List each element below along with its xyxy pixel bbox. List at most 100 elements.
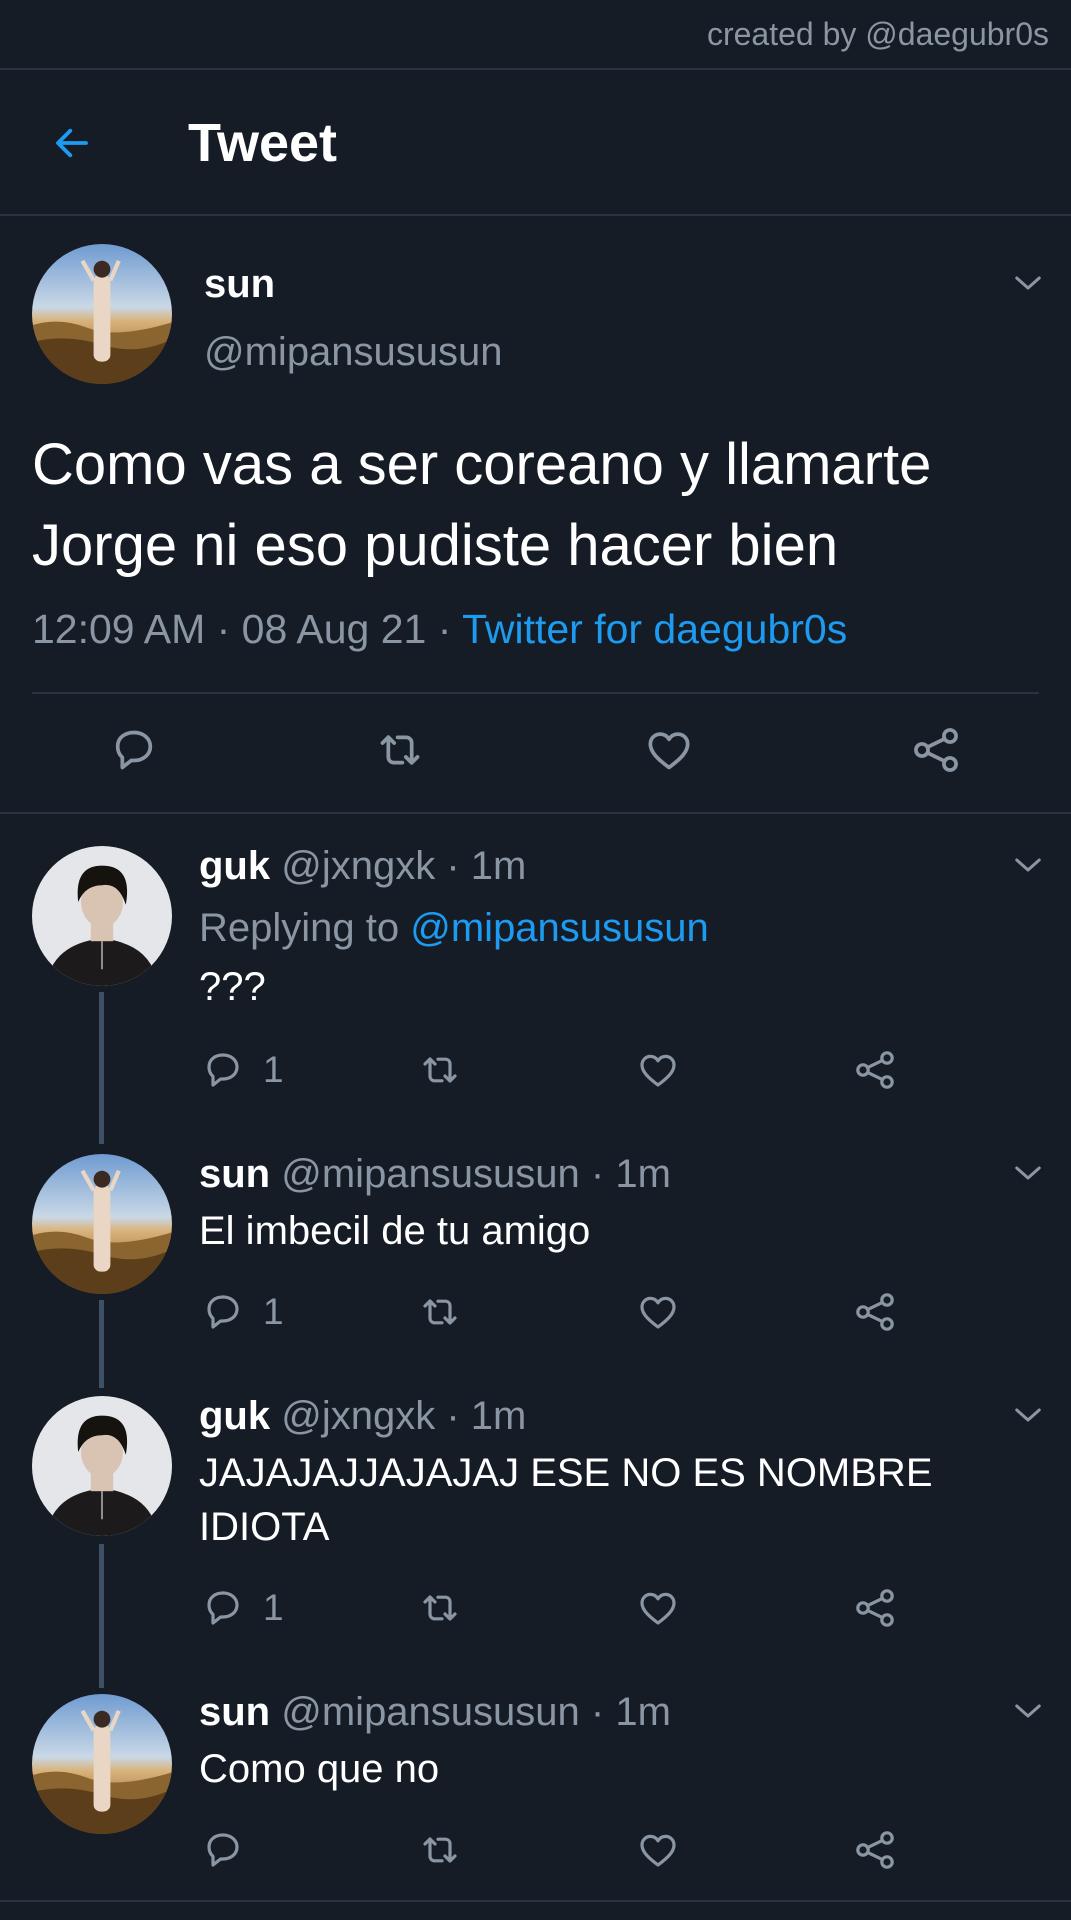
credit-text: created by @daegubr0s [706,16,1049,52]
retweet-button[interactable] [372,722,428,778]
tweet-source-link[interactable]: Twitter for daegubr0s [462,606,847,652]
reply-header: sun @mipansususun · 1m [199,1152,671,1196]
reply-count: 1 [263,1587,284,1628]
avatar[interactable] [32,244,172,384]
share-button[interactable] [851,1584,899,1632]
reply-author-handle[interactable]: @mipansususun [281,1152,580,1196]
tweet-time: 12:09 AM [32,606,206,652]
avatar[interactable] [32,1694,172,1834]
share-button[interactable] [851,1288,899,1336]
reply-text: Como que no [199,1747,440,1791]
thread-line [99,1300,104,1388]
reply-icon [199,1826,247,1874]
chevron-down-icon [1013,1405,1043,1425]
thread-line [99,1544,104,1688]
retweet-icon [372,722,428,778]
reply-button[interactable] [199,1826,247,1874]
retweet-icon [416,1288,464,1336]
like-icon [634,1826,682,1874]
divider [0,812,1071,814]
avatar[interactable] [32,1396,172,1536]
divider [32,692,1039,694]
author-name[interactable]: sun [204,262,275,307]
reply-header: guk @jxngxk · 1m [199,1394,527,1438]
reply-button[interactable] [106,722,162,778]
like-button[interactable] [634,1288,682,1336]
reply-author-name[interactable]: guk [199,844,270,888]
avatar[interactable] [32,846,172,986]
divider [0,68,1071,70]
divider [0,1900,1071,1902]
more-options-button[interactable] [1008,850,1048,880]
author-handle[interactable]: @mipansususun [204,330,503,375]
share-button[interactable] [851,1826,899,1874]
reply-author-handle[interactable]: @jxngxk [281,1394,435,1438]
reply-icon [199,1046,247,1094]
more-options-button[interactable] [1008,1400,1048,1430]
reply-author-handle[interactable]: @jxngxk [281,844,435,888]
reply-header: guk @jxngxk · 1m [199,844,527,888]
share-button[interactable] [908,722,964,778]
like-button[interactable] [634,1584,682,1632]
thread-line [99,992,104,1144]
retweet-button[interactable] [416,1288,464,1336]
share-icon [851,1584,899,1632]
reply-button[interactable]: 1 [199,1046,284,1094]
chevron-down-icon [1013,1701,1043,1721]
tweet-meta: 12:09 AM · 08 Aug 21 · Twitter for daegu… [32,606,848,652]
reply-text: ??? [199,965,266,1009]
chevron-down-icon [1013,273,1043,293]
avatar[interactable] [32,1154,172,1294]
tweet-date: 08 Aug 21 [241,606,427,652]
replying-to-label: Replying to [199,906,400,950]
reply-author-handle[interactable]: @mipansususun [281,1690,580,1734]
reply-time: 1m [470,844,527,888]
share-icon [851,1046,899,1094]
retweet-button[interactable] [416,1826,464,1874]
reply-text: JAJAJAJJAJAJAJ ESE NO ES NOMBRE IDIOTA [199,1451,933,1549]
replying-to: Replying to @mipansususun [199,906,709,951]
more-options-button[interactable] [1008,268,1048,298]
share-button[interactable] [851,1046,899,1094]
replying-to-handle[interactable]: @mipansususun [410,906,709,950]
like-button[interactable] [641,722,697,778]
reply-count: 1 [263,1291,284,1332]
like-icon [634,1584,682,1632]
more-options-button[interactable] [1008,1696,1048,1726]
arrow-left-icon [56,128,88,158]
retweet-icon [416,1584,464,1632]
reply-icon [199,1288,247,1336]
like-button[interactable] [634,1046,682,1094]
reply-text: El imbecil de tu amigo [199,1209,591,1253]
like-icon [634,1288,682,1336]
reply-author-name[interactable]: guk [199,1394,270,1438]
reply-author-name[interactable]: sun [199,1152,270,1196]
reply-time: 1m [615,1690,671,1734]
chevron-down-icon [1013,855,1043,875]
like-button[interactable] [634,1826,682,1874]
like-icon [634,1046,682,1094]
reply-time: 1m [470,1394,527,1438]
share-icon [851,1288,899,1336]
retweet-icon [416,1046,464,1094]
back-button[interactable] [44,118,100,168]
reply-icon [106,722,162,778]
chevron-down-icon [1013,1163,1043,1183]
reply-button[interactable]: 1 [199,1584,284,1632]
reply-icon [199,1584,247,1632]
reply-time: 1m [615,1152,671,1196]
retweet-button[interactable] [416,1046,464,1094]
like-icon [641,722,697,778]
share-icon [908,722,964,778]
tweet-text: Como vas a ser coreano y llamarte Jorge … [32,432,932,578]
retweet-icon [416,1826,464,1874]
retweet-button[interactable] [416,1584,464,1632]
reply-header: sun @mipansususun · 1m [199,1690,671,1734]
share-icon [851,1826,899,1874]
reply-button[interactable]: 1 [199,1288,284,1336]
reply-author-name[interactable]: sun [199,1690,270,1734]
reply-count: 1 [263,1049,284,1090]
more-options-button[interactable] [1008,1158,1048,1188]
page-title: Tweet [188,113,338,173]
divider [0,214,1071,216]
